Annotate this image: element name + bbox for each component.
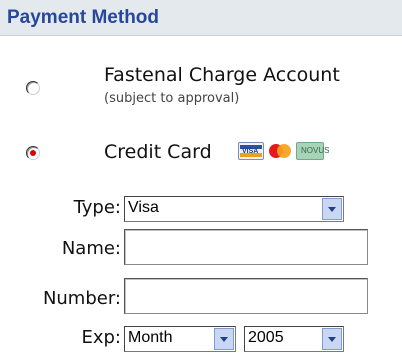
radio-selected-dot: [30, 150, 36, 156]
number-label: Number:: [42, 288, 121, 309]
visa-card-icon: VISA: [238, 142, 264, 160]
charge-account-label[interactable]: Fastenal Charge Account: [104, 64, 340, 86]
type-label: Type:: [73, 197, 121, 218]
chevron-down-icon[interactable]: [322, 198, 342, 220]
exp-month-select[interactable]: Month: [124, 326, 236, 352]
payment-method-header: Payment Method: [0, 0, 402, 36]
name-label: Name:: [61, 238, 121, 259]
section-title: Payment Method: [7, 7, 160, 28]
credit-card-radio[interactable]: [26, 146, 40, 160]
card-number-input[interactable]: [124, 278, 368, 314]
charge-account-sublabel: (subject to approval): [104, 91, 240, 106]
name-input[interactable]: [124, 229, 368, 265]
credit-card-label[interactable]: Credit Card: [104, 141, 212, 163]
card-type-select[interactable]: Visa: [124, 196, 344, 222]
card-type-value: Visa: [128, 199, 159, 216]
exp-year-select[interactable]: 2005: [244, 326, 344, 352]
exp-label: Exp:: [81, 327, 121, 348]
exp-year-value: 2005: [248, 329, 284, 346]
chevron-down-icon[interactable]: [322, 328, 342, 350]
discover-card-icon: NOVUS: [296, 142, 329, 160]
exp-month-value: Month: [128, 329, 173, 346]
charge-account-radio[interactable]: [26, 81, 40, 95]
mastercard-icon: [267, 142, 293, 160]
chevron-down-icon[interactable]: [214, 328, 234, 350]
